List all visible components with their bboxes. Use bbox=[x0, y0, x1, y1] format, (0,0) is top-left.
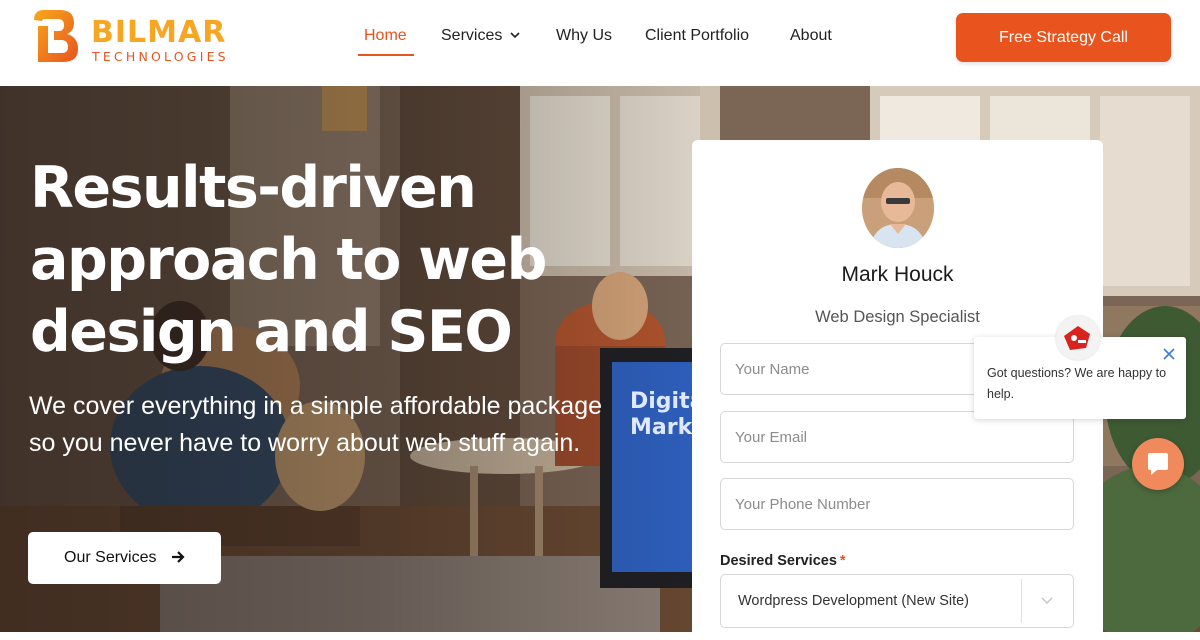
chat-icon bbox=[1148, 453, 1168, 475]
site-header: BILMAR TECHNOLOGIES Home Services Why Us… bbox=[0, 0, 1200, 86]
chevron-down-icon bbox=[510, 32, 520, 39]
nav-services-label: Services bbox=[441, 27, 503, 44]
free-strategy-call-button[interactable]: Free Strategy Call bbox=[956, 13, 1171, 62]
required-marker: * bbox=[839, 553, 846, 569]
hero-headline: Results-driven approach to web design an… bbox=[30, 155, 547, 365]
specialist-role: Web Design Specialist bbox=[815, 308, 980, 326]
desired-services-value: Wordpress Development (New Site) bbox=[738, 593, 970, 609]
desired-services-text: Desired Services bbox=[720, 553, 837, 569]
nav-active-indicator bbox=[358, 54, 414, 56]
phone-input[interactable] bbox=[720, 478, 1074, 530]
chevron-down-icon bbox=[1041, 597, 1053, 605]
nav-client-portfolio[interactable]: Client Portfolio bbox=[645, 24, 749, 48]
person-photo bbox=[862, 168, 934, 248]
nav-services[interactable]: Services bbox=[441, 24, 520, 48]
chat-message: Got questions? We are happy to help. bbox=[987, 366, 1167, 401]
select-divider bbox=[1021, 579, 1022, 623]
arrow-right-icon bbox=[171, 551, 185, 563]
chat-launcher-button[interactable] bbox=[1132, 438, 1184, 490]
monitor-screen-text: Digital Mark bbox=[630, 389, 700, 440]
nav-why-us[interactable]: Why Us bbox=[556, 24, 612, 48]
logo-mark-icon bbox=[34, 10, 78, 62]
nav-home[interactable]: Home bbox=[364, 24, 407, 48]
brand-subtitle: TECHNOLOGIES bbox=[92, 49, 229, 64]
bilmar-logo[interactable]: BILMAR TECHNOLOGIES bbox=[30, 6, 240, 66]
chat-agent-avatar bbox=[1056, 316, 1100, 360]
our-services-button[interactable]: Our Services bbox=[28, 532, 221, 584]
avatar bbox=[862, 168, 934, 248]
chat-agent-icon bbox=[1056, 316, 1100, 360]
specialist-name: Mark Houck bbox=[841, 263, 954, 286]
our-services-label: Our Services bbox=[64, 549, 157, 566]
hero-subtext: We cover everything in a simple affordab… bbox=[29, 392, 603, 457]
nav-about[interactable]: About bbox=[790, 24, 832, 48]
brand-name: BILMAR bbox=[91, 15, 227, 50]
desired-services-select[interactable]: Wordpress Development (New Site) bbox=[720, 574, 1074, 628]
desired-services-label: Desired Services * bbox=[720, 553, 846, 569]
close-icon[interactable] bbox=[1162, 347, 1176, 361]
